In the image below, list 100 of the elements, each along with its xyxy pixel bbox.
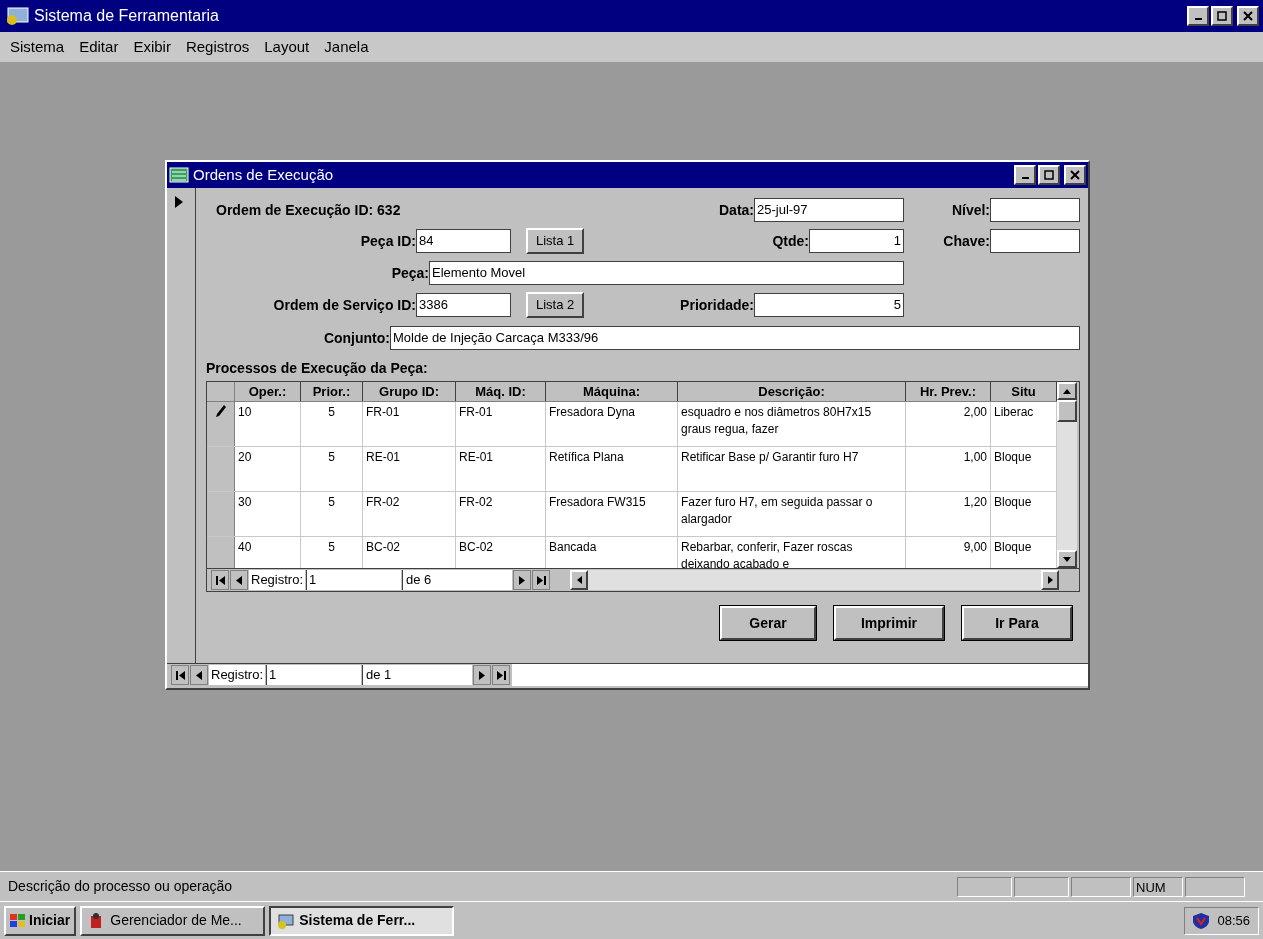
menu-item[interactable]: Janela bbox=[324, 35, 369, 59]
table-cell: Fazer furo H7, em seguida passar o alargador bbox=[678, 492, 906, 536]
close-button[interactable] bbox=[1064, 165, 1086, 185]
input-field[interactable] bbox=[990, 198, 1080, 222]
column-header[interactable]: Grupo ID: bbox=[363, 382, 456, 401]
record-field[interactable]: 1 bbox=[266, 665, 362, 685]
table-cell: Rebarbar, conferir, Fazer roscas deixando acabado e bbox=[678, 537, 906, 568]
field-label: Ordem de Serviço ID: bbox=[273, 295, 416, 315]
table-cell: 5 bbox=[301, 492, 363, 536]
last-record-button[interactable] bbox=[492, 665, 511, 685]
table-cell: 40 bbox=[235, 537, 301, 568]
list-button[interactable]: Lista 2 bbox=[526, 292, 585, 318]
status-panel bbox=[1014, 876, 1069, 897]
field-label: Qtde: bbox=[772, 231, 809, 251]
windows-logo-icon bbox=[10, 913, 26, 928]
window-title: Sistema de Ferramentaria bbox=[34, 6, 219, 26]
last-record-button[interactable] bbox=[532, 570, 551, 590]
record-count: de 1 bbox=[362, 665, 473, 685]
scroll-thumb[interactable] bbox=[1057, 400, 1077, 422]
menu-item[interactable]: Exibir bbox=[133, 35, 171, 59]
maximize-button[interactable] bbox=[1211, 6, 1233, 26]
table-cell: 1,00 bbox=[906, 447, 991, 491]
first-record-button[interactable] bbox=[171, 665, 189, 685]
next-record-button[interactable] bbox=[513, 570, 532, 590]
first-record-button[interactable] bbox=[211, 570, 229, 590]
table-cell: 10 bbox=[235, 402, 301, 446]
next-icon bbox=[519, 575, 526, 585]
next-icon bbox=[479, 670, 486, 680]
table-cell: Bloque bbox=[991, 537, 1057, 568]
table-cell: 2,00 bbox=[906, 402, 991, 446]
order-id-label: Ordem de Execução ID: 632 bbox=[215, 200, 402, 220]
num-lock-indicator: NUM bbox=[1133, 876, 1183, 897]
column-header[interactable]: Prior.: bbox=[301, 382, 363, 401]
first-icon bbox=[215, 575, 225, 585]
menu-item[interactable]: Editar bbox=[79, 35, 119, 59]
minimize-button[interactable] bbox=[1014, 165, 1036, 185]
column-header[interactable]: Oper.: bbox=[235, 382, 301, 401]
record-field[interactable]: 1 bbox=[306, 570, 402, 590]
clock: 08:56 bbox=[1217, 911, 1250, 930]
column-header[interactable]: Máq. ID: bbox=[456, 382, 546, 401]
minimize-icon bbox=[1021, 177, 1029, 179]
table-cell: Bancada bbox=[546, 537, 678, 568]
scroll-down-icon bbox=[1063, 556, 1071, 562]
table-cell: FR-01 bbox=[456, 402, 546, 446]
menu-item[interactable]: Sistema bbox=[10, 35, 65, 59]
last-icon bbox=[496, 670, 506, 680]
app-icon bbox=[277, 912, 296, 929]
subform-title: Processos de Execução da Peça: bbox=[206, 359, 429, 378]
input-field[interactable]: 25-jul-97 bbox=[754, 198, 904, 222]
input-field[interactable]: 1 bbox=[809, 229, 904, 253]
input-field[interactable]: 84 bbox=[416, 229, 511, 253]
input-field[interactable]: 3386 bbox=[416, 293, 511, 317]
next-record-button[interactable] bbox=[473, 665, 492, 685]
table-cell: FR-02 bbox=[456, 492, 546, 536]
vertical-scrollbar[interactable] bbox=[1057, 382, 1077, 568]
table-cell: 1,20 bbox=[906, 492, 991, 536]
maximize-icon bbox=[1044, 170, 1054, 180]
action-button[interactable]: Ir Para bbox=[962, 606, 1072, 640]
first-icon bbox=[175, 670, 185, 680]
scroll-left-icon bbox=[576, 576, 582, 584]
field-label: Data: bbox=[719, 200, 754, 220]
table-cell: 5 bbox=[301, 447, 363, 491]
table-cell: FR-02 bbox=[363, 492, 456, 536]
status-panel bbox=[1071, 876, 1131, 897]
scroll-right-icon bbox=[1047, 576, 1053, 584]
close-button[interactable] bbox=[1237, 6, 1259, 26]
field-label: Nível: bbox=[951, 200, 990, 220]
last-icon bbox=[536, 575, 546, 585]
input-field[interactable]: 5 bbox=[754, 293, 904, 317]
previous-icon bbox=[236, 575, 242, 585]
table-cell: Fresadora FW315 bbox=[546, 492, 678, 536]
column-header[interactable]: Máquina: bbox=[546, 382, 678, 401]
input-field[interactable]: Molde de Injeção Carcaça M333/96 bbox=[390, 326, 1080, 350]
record-count: de 6 bbox=[402, 570, 513, 590]
action-button[interactable]: Gerar bbox=[720, 606, 816, 640]
menu-item[interactable]: Layout bbox=[264, 35, 310, 59]
list-button[interactable]: Lista 1 bbox=[526, 228, 585, 254]
maximize-button[interactable] bbox=[1038, 165, 1060, 185]
horizontal-scrollbar[interactable] bbox=[570, 570, 1059, 590]
shield-icon bbox=[1193, 912, 1210, 929]
previous-record-button[interactable] bbox=[230, 570, 248, 590]
column-header[interactable]: Descrição: bbox=[678, 382, 906, 401]
start-button[interactable]: Iniciar bbox=[4, 905, 77, 936]
previous-record-button[interactable] bbox=[190, 665, 208, 685]
column-header[interactable]: Hr. Prev.: bbox=[906, 382, 991, 401]
input-field[interactable]: Elemento Movel bbox=[429, 261, 904, 285]
record-label: Registro: bbox=[249, 570, 306, 590]
minimize-icon bbox=[1194, 18, 1202, 20]
taskbar-button[interactable]: Sistema de Ferr... bbox=[269, 905, 455, 936]
table-cell: Fresadora Dyna bbox=[546, 402, 678, 446]
input-field[interactable] bbox=[990, 229, 1080, 253]
table-cell: 20 bbox=[235, 447, 301, 491]
table-cell: Bloque bbox=[991, 447, 1057, 491]
record-label: Registro: bbox=[209, 665, 266, 685]
menu-item[interactable]: Registros bbox=[185, 35, 250, 59]
taskbar-button[interactable]: Gerenciador de Me... bbox=[80, 905, 266, 936]
minimize-button[interactable] bbox=[1187, 6, 1209, 26]
table-cell: Retificar Base p/ Garantir furo H7 bbox=[678, 447, 906, 491]
scroll-up-icon bbox=[1063, 388, 1071, 394]
action-button[interactable]: Imprimir bbox=[834, 606, 944, 640]
